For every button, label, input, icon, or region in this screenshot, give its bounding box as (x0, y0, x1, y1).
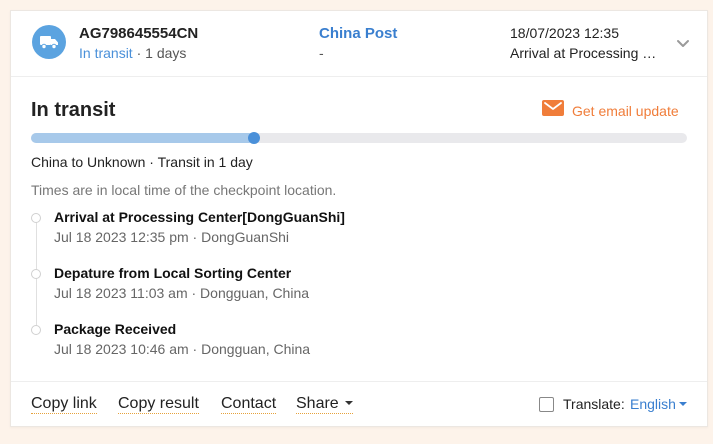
translate-checkbox[interactable] (539, 397, 554, 412)
transit-progress-bar (31, 132, 687, 144)
email-update-label: Get email update (572, 102, 679, 119)
timezone-note: Times are in local time of the checkpoin… (31, 182, 337, 198)
timeline-dot (31, 269, 41, 279)
event-meta: Jul 18 2023 11:03 am · Dongguan, China (54, 285, 310, 301)
status-summary: In transit · 1 days (79, 45, 186, 61)
share-button[interactable]: Share (296, 395, 353, 414)
progress-fill (31, 133, 255, 143)
status-heading: In transit (31, 99, 116, 121)
timeline-event: Package Received Jul 18 2023 10:46 am · … (29, 321, 629, 365)
timeline-dot (31, 213, 41, 223)
status-text: In transit (79, 45, 133, 61)
event-title: Package Received (54, 321, 177, 337)
language-select[interactable]: English (630, 396, 687, 412)
envelope-icon (542, 100, 564, 121)
contact-button[interactable]: Contact (221, 395, 277, 414)
event-title: Depature from Local Sorting Center (54, 265, 292, 281)
caret-down-icon (678, 402, 687, 407)
tracking-number: AG798645554CN (79, 25, 199, 42)
shipment-summary-header[interactable]: AG798645554CN In transit · 1 days China … (11, 11, 707, 77)
progress-marker (248, 132, 261, 144)
event-title: Arrival at Processing Center[DongGuanShi… (54, 209, 345, 225)
timeline-event: Arrival at Processing Center[DongGuanShi… (29, 209, 629, 253)
event-meta: Jul 18 2023 12:35 pm · DongGuanShi (54, 229, 290, 245)
duration-text: · 1 days (132, 45, 187, 61)
chevron-down-icon[interactable] (675, 35, 691, 51)
timeline-event: Depature from Local Sorting Center Jul 1… (29, 265, 629, 309)
route-summary: China to Unknown · Transit in 1 day (31, 154, 253, 170)
email-update-button[interactable]: Get email update (542, 100, 679, 121)
translate-label: Translate: (563, 396, 625, 412)
share-label: Share (296, 395, 339, 412)
copy-link-button[interactable]: Copy link (31, 395, 97, 414)
carrier-link[interactable]: China Post (319, 25, 397, 42)
caret-down-icon (344, 400, 353, 405)
action-footer: Copy link Copy result Contact Share Tran… (11, 381, 707, 427)
carrier-sub: - (319, 45, 324, 61)
event-meta: Jul 18 2023 10:46 am · Dongguan, China (54, 341, 311, 357)
tracking-card: AG798645554CN In transit · 1 days China … (10, 10, 708, 427)
language-label: English (630, 396, 676, 412)
latest-event-datetime: 18/07/2023 12:35 (510, 25, 619, 41)
truck-icon (32, 25, 66, 59)
timeline-dot (31, 325, 41, 335)
copy-result-button[interactable]: Copy result (118, 395, 199, 414)
latest-event-text: Arrival at Processing Center[DongGuanShi… (510, 45, 662, 61)
